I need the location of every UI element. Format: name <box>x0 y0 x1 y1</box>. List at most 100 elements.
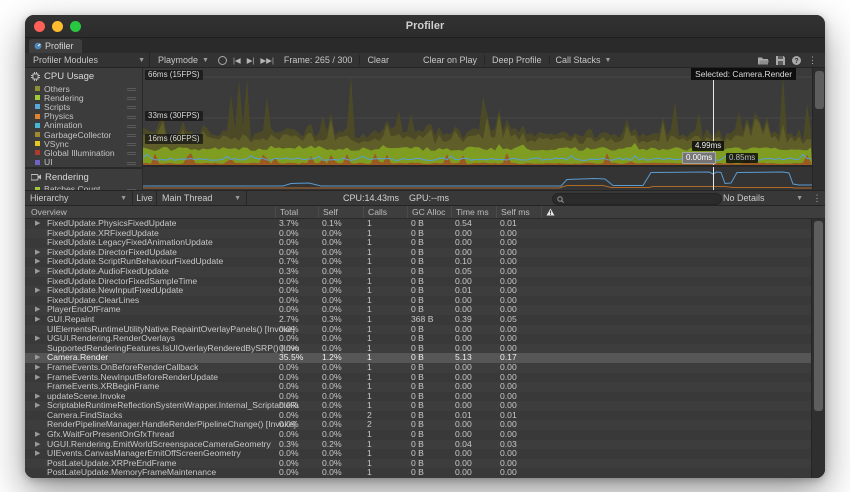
column-overview[interactable]: Overview <box>25 206 67 218</box>
search-field[interactable] <box>552 193 722 205</box>
playmode-dropdown[interactable]: Playmode ▼ <box>154 53 213 67</box>
table-row[interactable]: ▶ PostLateUpdate.XRPreEndFrame 0.0% 0.0%… <box>25 459 825 469</box>
column-marker[interactable] <box>541 206 566 218</box>
column-self[interactable]: Self <box>318 206 338 218</box>
legend-drag-handle[interactable] <box>127 134 136 135</box>
table-row[interactable]: ▶ Gfx.WaitForPresentOnGfxThread 0.0% 0.0… <box>25 430 825 440</box>
deep-profile-button[interactable]: Deep Profile <box>487 53 547 67</box>
scrollbar-thumb[interactable] <box>814 221 823 411</box>
expand-arrow-icon[interactable]: ▶ <box>35 257 40 267</box>
expand-arrow-icon[interactable]: ▶ <box>35 392 40 402</box>
table-row[interactable]: ▶ FixedUpdate.ClearLines 0.0% 0.0% 1 0 B… <box>25 296 825 306</box>
selected-frame-line[interactable] <box>713 167 714 190</box>
expand-arrow-icon[interactable]: ▶ <box>35 267 40 277</box>
cpu-time-stat: CPU:14.43ms <box>343 193 399 203</box>
legend-item[interactable]: Rendering <box>25 93 142 102</box>
kebab-menu-icon[interactable]: ⋮ <box>811 191 823 205</box>
legend-drag-handle[interactable] <box>127 143 136 144</box>
table-row[interactable]: ▶ RenderPipelineManager.HandleRenderPipe… <box>25 420 825 430</box>
expand-arrow-icon[interactable]: ▶ <box>35 353 40 363</box>
table-row[interactable]: ▶ FixedUpdate.DirectorFixedSampleTime 0.… <box>25 277 825 287</box>
clear-button[interactable]: Clear <box>362 53 394 67</box>
help-icon[interactable]: ? <box>792 56 801 65</box>
thread-dropdown[interactable]: Main Thread ▼ <box>157 191 247 205</box>
clear-on-play-button[interactable]: Clear on Play <box>418 53 482 67</box>
expand-arrow-icon[interactable]: ▶ <box>35 315 40 325</box>
table-row[interactable]: ▶ GUI.Repaint 2.7% 0.3% 1 368 B 0.39 0.0… <box>25 315 825 325</box>
legend-item[interactable]: GarbageCollector <box>25 130 142 139</box>
column-calls[interactable]: Calls <box>363 206 387 218</box>
call-stacks-dropdown[interactable]: Call Stacks ▼ <box>552 53 616 67</box>
live-toggle[interactable]: Live <box>133 191 157 205</box>
load-profile-icon[interactable] <box>758 56 769 65</box>
legend-color-swatch <box>35 86 40 91</box>
record-icon[interactable] <box>218 56 227 65</box>
legend-color-swatch <box>35 141 40 146</box>
table-row[interactable]: ▶ UGUI.Rendering.EmitWorldScreenspaceCam… <box>25 440 825 450</box>
legend-drag-handle[interactable] <box>127 88 136 89</box>
expand-arrow-icon[interactable]: ▶ <box>35 449 40 459</box>
prev-frame-button[interactable]: |◀ <box>233 56 241 65</box>
legend-drag-handle[interactable] <box>127 125 136 126</box>
table-scrollbar[interactable] <box>811 219 825 478</box>
last-frame-button[interactable]: ▶▶| <box>260 56 273 65</box>
column-gc-alloc[interactable]: GC Alloc <box>407 206 445 218</box>
table-row[interactable]: ▶ FrameEvents.XRBeginFrame 0.0% 0.0% 1 0… <box>25 382 825 392</box>
table-row[interactable]: ▶ SupportedRenderingFeatures.IsUIOverlay… <box>25 344 825 354</box>
details-dropdown[interactable]: No Details ▼ <box>719 191 807 205</box>
legend-item[interactable]: Global Illumination <box>25 148 142 157</box>
kebab-menu-icon[interactable]: ⋮ <box>808 55 817 66</box>
legend-item[interactable]: UI <box>25 158 142 167</box>
rendering-module-header[interactable]: Rendering <box>25 169 142 185</box>
table-row[interactable]: ▶ FixedUpdate.PhysicsFixedUpdate 3.7% 0.… <box>25 219 825 229</box>
expand-arrow-icon[interactable]: ▶ <box>35 363 40 373</box>
expand-arrow-icon[interactable]: ▶ <box>35 401 40 411</box>
column-self-ms[interactable]: Self ms <box>496 206 530 218</box>
cpu-usage-module-header[interactable]: CPU Usage <box>25 68 142 84</box>
scrollbar-thumb[interactable] <box>815 71 824 109</box>
expand-arrow-icon[interactable]: ▶ <box>35 248 40 258</box>
expand-arrow-icon[interactable]: ▶ <box>35 373 40 383</box>
profiler-modules-dropdown[interactable]: Profiler Modules ▼ <box>29 53 150 67</box>
table-row[interactable]: ▶ FixedUpdate.LegacyFixedAnimationUpdate… <box>25 238 825 248</box>
table-row[interactable]: ▶ Camera.Render 35.5% 1.2% 1 0 B 5.13 0.… <box>25 353 825 363</box>
table-row[interactable]: ▶ UIEvents.CanvasManagerEmitOffScreenGeo… <box>25 449 825 459</box>
table-row[interactable]: ▶ PostLateUpdate.MemoryFrameMaintenance … <box>25 468 825 478</box>
expand-arrow-icon[interactable]: ▶ <box>35 334 40 344</box>
expand-arrow-icon[interactable]: ▶ <box>35 305 40 315</box>
expand-arrow-icon[interactable]: ▶ <box>35 219 40 229</box>
cpu-usage-chart[interactable]: 66ms (15FPS) 33ms (30FPS) 16ms (60FPS) S… <box>143 68 812 165</box>
expand-arrow-icon[interactable]: ▶ <box>35 440 40 450</box>
table-row[interactable]: ▶ FixedUpdate.DirectorFixedUpdate 0.0% 0… <box>25 248 825 258</box>
rendering-chart[interactable] <box>143 165 812 190</box>
legend-drag-handle[interactable] <box>127 116 136 117</box>
legend-drag-handle[interactable] <box>127 162 136 163</box>
legend-drag-handle[interactable] <box>127 97 136 98</box>
column-total[interactable]: Total <box>275 206 298 218</box>
table-row[interactable]: ▶ Camera.FindStacks 0.0% 0.0% 2 0 B 0.01… <box>25 411 825 421</box>
tab-profiler[interactable]: Profiler <box>29 39 82 53</box>
table-row[interactable]: ▶ FixedUpdate.AudioFixedUpdate 0.3% 0.0%… <box>25 267 825 277</box>
modules-scrollbar[interactable] <box>812 68 825 190</box>
table-row[interactable]: ▶ updateScene.Invoke 0.0% 0.0% 1 0 B 0.0… <box>25 392 825 402</box>
search-input[interactable] <box>567 194 701 204</box>
legend-drag-handle[interactable] <box>127 152 136 153</box>
expand-arrow-icon[interactable]: ▶ <box>35 430 40 440</box>
table-row[interactable]: ▶ FixedUpdate.XRFixedUpdate 0.0% 0.0% 1 … <box>25 229 825 239</box>
table-row[interactable]: ▶ FixedUpdate.ScriptRunBehaviourFixedUpd… <box>25 257 825 267</box>
table-row[interactable]: ▶ FixedUpdate.NewInputFixedUpdate 0.0% 0… <box>25 286 825 296</box>
expand-arrow-icon[interactable]: ▶ <box>35 286 40 296</box>
table-row[interactable]: ▶ ScriptableRuntimeReflectionSystemWrapp… <box>25 401 825 411</box>
table-row[interactable]: ▶ UGUI.Rendering.RenderOverlays 0.0% 0.0… <box>25 334 825 344</box>
table-row[interactable]: ▶ FrameEvents.OnBeforeRenderCallback 0.0… <box>25 363 825 373</box>
view-mode-dropdown[interactable]: Hierarchy ▼ <box>25 191 133 205</box>
legend-item[interactable]: Scripts <box>25 102 142 111</box>
next-frame-button[interactable]: ▶| <box>247 56 255 65</box>
save-profile-icon[interactable] <box>776 56 785 65</box>
legend-drag-handle[interactable] <box>127 106 136 107</box>
rendering-chart-canvas[interactable] <box>143 167 812 190</box>
table-row[interactable]: ▶ UIElementsRuntimeUtilityNative.Repaint… <box>25 325 825 335</box>
column-time-ms[interactable]: Time ms <box>451 206 489 218</box>
legend-item[interactable]: Physics <box>25 112 142 121</box>
table-row[interactable]: ▶ FrameEvents.NewInputBeforeRenderUpdate… <box>25 373 825 383</box>
